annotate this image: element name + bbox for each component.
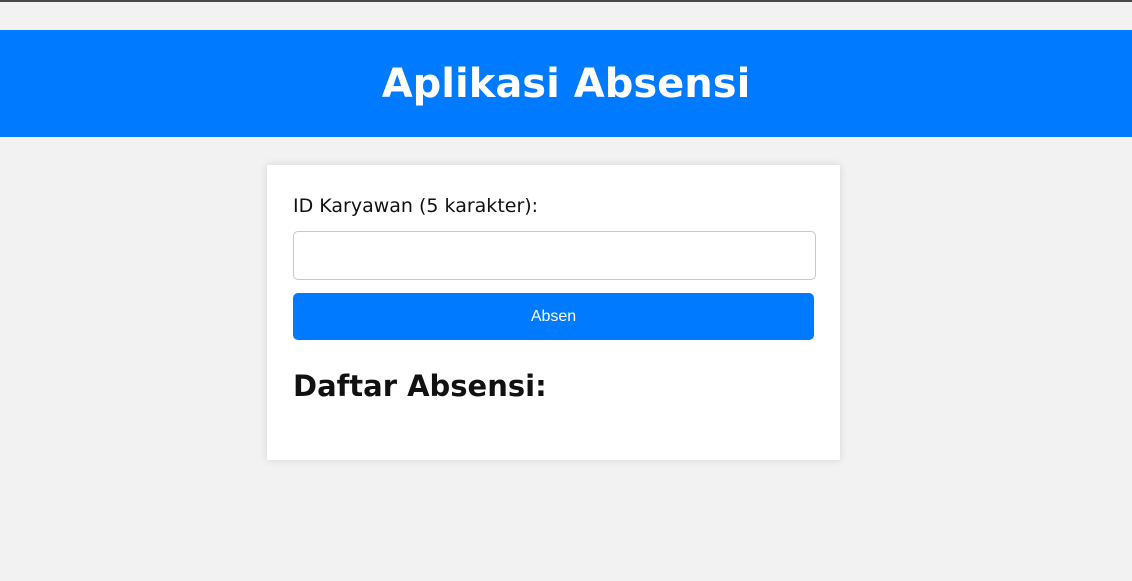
absen-button[interactable]: Absen	[293, 293, 814, 340]
employee-id-input[interactable]	[293, 231, 816, 280]
attendance-card: ID Karyawan (5 karakter): Absen Daftar A…	[267, 165, 840, 460]
employee-id-label: ID Karyawan (5 karakter):	[293, 195, 539, 217]
app-header: Aplikasi Absensi	[0, 30, 1132, 137]
attendance-list-title: Daftar Absensi:	[293, 369, 547, 403]
page-title: Aplikasi Absensi	[381, 60, 751, 107]
window-top-border	[0, 0, 1132, 2]
